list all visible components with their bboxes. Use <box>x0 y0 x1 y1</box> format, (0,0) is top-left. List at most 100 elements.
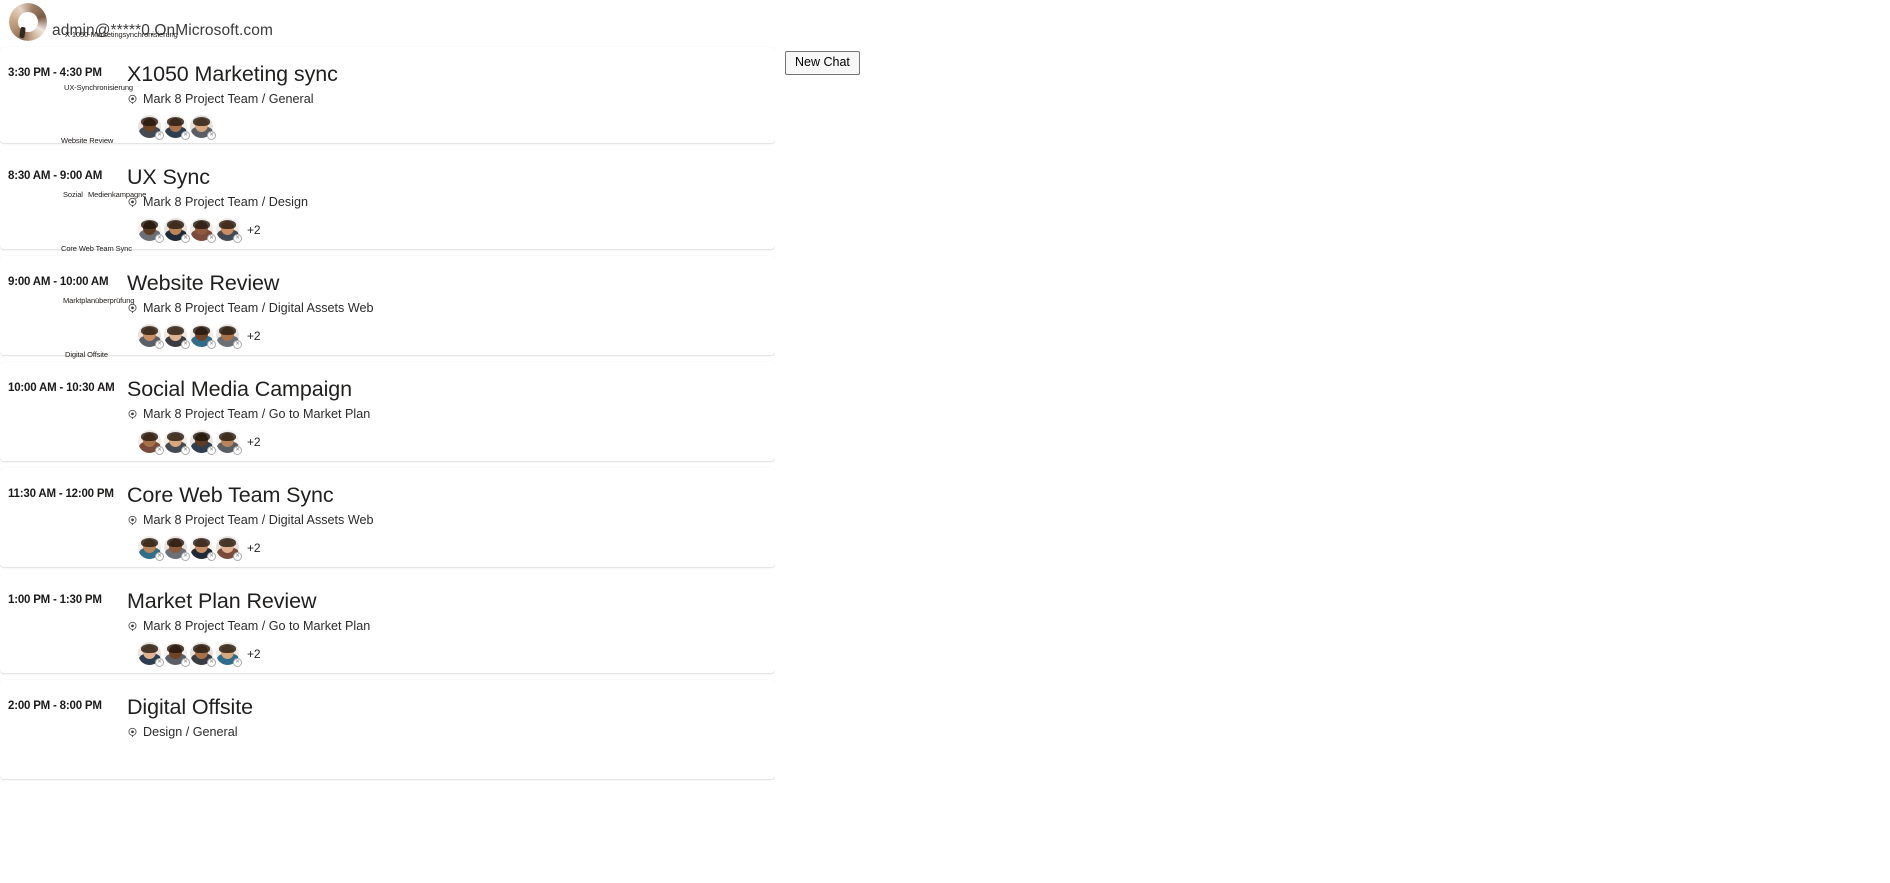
event-card[interactable]: 3:30 PM - 4:30 PM X1050 Marketing sync Mar… <box>0 47 775 143</box>
attendee-avatar[interactable] <box>164 642 190 667</box>
remove-attendee-icon[interactable] <box>155 131 164 140</box>
remove-attendee-icon[interactable] <box>207 234 216 243</box>
event-body: X1050 Marketing sync Mark 8 Project Team … <box>127 61 775 140</box>
remove-attendee-icon[interactable] <box>181 658 190 667</box>
event-title: UX Sync <box>127 165 210 189</box>
event-body: Core Web Team Sync Mark 8 Project Team / … <box>127 482 775 561</box>
attendee-avatar[interactable] <box>164 536 190 561</box>
attendee-avatar[interactable] <box>138 536 164 561</box>
remove-attendee-icon[interactable] <box>181 131 190 140</box>
attendee-avatar[interactable] <box>216 324 242 349</box>
event-body: Website Review Mark 8 Project Team / Digi… <box>127 270 775 349</box>
attendee-row: +2 <box>127 430 765 455</box>
event-body: UX Sync Mark 8 Project Team / Design +2 <box>127 164 775 243</box>
event-title: Website Review <box>127 271 280 295</box>
event-location-row: Mark 8 Project Team / Go to Market Plan <box>127 619 765 634</box>
attendee-overflow-count[interactable]: +2 <box>247 541 261 555</box>
event-location-row: Mark 8 Project Team / Digital Assets Web <box>127 513 765 528</box>
remove-attendee-icon[interactable] <box>233 552 242 561</box>
agenda-event-list: 3:30 PM - 4:30 PM X1050 Marketing sync Mar… <box>0 47 775 786</box>
attendee-avatar[interactable] <box>138 430 164 455</box>
remove-attendee-icon[interactable] <box>181 552 190 561</box>
attendee-avatar[interactable] <box>164 430 190 455</box>
event-time: 3:30 PM - 4:30 PM <box>8 67 102 79</box>
event-location-row: Mark 8 Project Team / Digital Assets Web <box>127 301 765 316</box>
attendee-avatar[interactable] <box>190 218 216 243</box>
event-body: Digital Offsite Design / General <box>127 694 775 748</box>
remove-attendee-icon[interactable] <box>155 234 164 243</box>
remove-attendee-icon[interactable] <box>233 446 242 455</box>
overlay-annotation-label: Website Review <box>61 136 114 145</box>
attendee-avatar[interactable] <box>190 430 216 455</box>
event-location-text: Design / General <box>143 725 238 739</box>
location-pin-icon <box>127 303 138 314</box>
attendee-overflow-count[interactable]: +2 <box>247 435 261 449</box>
new-chat-button[interactable]: New Chat <box>785 51 860 75</box>
attendee-avatar[interactable] <box>164 324 190 349</box>
remove-attendee-icon[interactable] <box>155 658 164 667</box>
remove-attendee-icon[interactable] <box>155 552 164 561</box>
attendee-avatar[interactable] <box>190 324 216 349</box>
event-card[interactable]: 10:00 AM - 10:30 AM Social Media Campaign… <box>0 362 775 461</box>
remove-attendee-icon[interactable] <box>233 658 242 667</box>
app-root: admin@*****0.OnMicrosoft.com 3:30 PM - 4… <box>0 0 1890 883</box>
attendee-overflow-count[interactable]: +2 <box>247 647 261 661</box>
attendee-avatar[interactable] <box>138 115 164 140</box>
overlay-annotation-label: X 1050-Marketingsynchronisierung <box>65 30 178 39</box>
attendee-avatar[interactable] <box>190 642 216 667</box>
remove-attendee-icon[interactable] <box>207 658 216 667</box>
attendee-avatar[interactable] <box>164 115 190 140</box>
attendee-avatar[interactable] <box>164 218 190 243</box>
event-title: X1050 Marketing sync <box>127 62 338 86</box>
event-time: 2:00 PM - 8:00 PM <box>8 700 102 712</box>
remove-attendee-icon[interactable] <box>181 446 190 455</box>
event-location-text: Mark 8 Project Team / Design <box>143 195 308 209</box>
event-card[interactable]: 9:00 AM - 10:00 AM Website Review Mark 8 P… <box>0 256 775 355</box>
event-title: Market Plan Review <box>127 589 317 613</box>
remove-attendee-icon[interactable] <box>233 340 242 349</box>
overlay-annotation-label: UX-Synchronisierung <box>64 83 133 92</box>
location-pin-icon <box>127 94 138 105</box>
attendee-overflow-count[interactable]: +2 <box>247 223 261 237</box>
event-time: 8:30 AM - 9:00 AM <box>8 170 103 182</box>
event-card[interactable]: 8:30 AM - 9:00 AM UX Sync Mark 8 Project T… <box>0 150 775 249</box>
attendee-avatar[interactable] <box>190 536 216 561</box>
attendee-avatar[interactable] <box>138 324 164 349</box>
attendee-avatar[interactable] <box>216 536 242 561</box>
attendee-avatar[interactable] <box>138 218 164 243</box>
location-pin-icon <box>127 727 138 738</box>
event-location-row: Design / General <box>127 725 765 740</box>
remove-attendee-icon[interactable] <box>207 131 216 140</box>
event-location-text: Mark 8 Project Team / Digital Assets Web <box>143 513 374 527</box>
event-card[interactable]: 11:30 AM - 12:00 PM Core Web Team Sync Mar… <box>0 468 775 567</box>
attendee-avatar[interactable] <box>216 642 242 667</box>
event-card[interactable]: 2:00 PM - 8:00 PM Digital Offsite Design /… <box>0 680 775 779</box>
overlay-annotation-label: Medienkampagne <box>88 190 147 199</box>
remove-attendee-icon[interactable] <box>207 340 216 349</box>
avatar[interactable] <box>9 3 47 41</box>
remove-attendee-icon[interactable] <box>181 340 190 349</box>
event-time: 10:00 AM - 10:30 AM <box>8 382 115 394</box>
remove-attendee-icon[interactable] <box>233 234 242 243</box>
location-pin-icon <box>127 409 138 420</box>
attendee-row: +2 <box>127 536 765 561</box>
attendee-avatar[interactable] <box>216 218 242 243</box>
remove-attendee-icon[interactable] <box>155 340 164 349</box>
attendee-avatar[interactable] <box>190 115 216 140</box>
remove-attendee-icon[interactable] <box>207 446 216 455</box>
attendee-row: +2 <box>127 324 765 349</box>
attendee-avatar[interactable] <box>216 430 242 455</box>
remove-attendee-icon[interactable] <box>181 234 190 243</box>
event-time: 9:00 AM - 10:00 AM <box>8 276 109 288</box>
chat-panel: New Chat <box>775 0 1890 883</box>
attendee-avatar[interactable] <box>138 642 164 667</box>
remove-attendee-icon[interactable] <box>207 552 216 561</box>
attendee-overflow-count[interactable]: +2 <box>247 329 261 343</box>
event-time: 11:30 AM - 12:00 PM <box>8 488 114 500</box>
event-card[interactable]: 1:00 PM - 1:30 PM Market Plan Review Mark … <box>0 574 775 673</box>
attendee-row <box>127 115 765 140</box>
remove-attendee-icon[interactable] <box>155 446 164 455</box>
overlay-annotation-label: Core Web Team Sync <box>61 244 132 253</box>
event-time: 1:00 PM - 1:30 PM <box>8 594 102 606</box>
event-title: Social Media Campaign <box>127 377 352 401</box>
